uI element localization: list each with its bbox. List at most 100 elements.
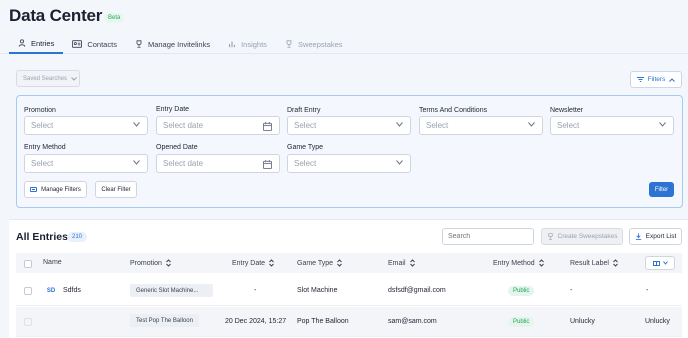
- promotion-select[interactable]: Select: [24, 116, 148, 135]
- manage-filters-label: Manage Filters: [41, 186, 81, 193]
- create-sweepstakes-button[interactable]: Create Sweepstakes: [541, 228, 623, 245]
- row-checkbox[interactable]: [24, 287, 32, 295]
- tab-label: Manage Invitelinks: [147, 39, 211, 49]
- column-header-email[interactable]: Email: [388, 259, 415, 267]
- tab-bar: Entries Contacts Manage Invitelinks Insi…: [9, 34, 352, 54]
- column-label: Entry Date: [232, 259, 266, 267]
- apply-filter-label: Filter: [654, 186, 669, 193]
- export-list-label: Export List: [645, 233, 677, 240]
- cell-game-type: Pop The Balloon: [297, 318, 349, 325]
- clear-filter-button[interactable]: Clear Filter: [95, 181, 137, 198]
- cell-entry-date: -: [254, 287, 257, 294]
- sort-icon: [409, 259, 415, 267]
- cell-extra: Unlucky: [645, 318, 670, 325]
- cell-game-type: Slot Machine: [297, 287, 338, 294]
- promotion-filter-label: Promotion: [24, 107, 56, 114]
- column-label: Promotion: [130, 259, 162, 267]
- saved-searches-dropdown[interactable]: Saved Searches: [16, 70, 80, 87]
- filters-label: Filters: [647, 76, 666, 83]
- tab-label: Contacts: [87, 39, 117, 49]
- tab-entries[interactable]: Entries: [9, 34, 64, 54]
- column-label: Email: [388, 259, 406, 267]
- sort-icon: [269, 259, 274, 267]
- entry-date-filter-label: Entry Date: [156, 106, 190, 113]
- terms-filter-label: Terms And Conditions: [419, 107, 488, 114]
- select-all-checkbox[interactable]: [24, 260, 32, 268]
- cell-promotion: Generic Slot Machine...: [130, 284, 213, 297]
- entries-count-badge: 210: [67, 232, 88, 242]
- select-placeholder: Select: [294, 121, 317, 130]
- entry-method-badge: Public: [508, 317, 535, 327]
- clear-filter-label: Clear Filter: [101, 186, 131, 193]
- calendar-icon: [263, 122, 272, 131]
- entry-method-filter-label: Entry Method: [24, 144, 66, 151]
- entries-search-input[interactable]: [442, 228, 534, 245]
- cell-result-label: Unlucky: [570, 318, 595, 325]
- chevron-down-icon: [396, 122, 403, 127]
- avatar: [45, 316, 57, 328]
- column-header-result-label[interactable]: Result Label: [570, 259, 618, 267]
- terms-select[interactable]: Select: [419, 116, 543, 135]
- tab-insights[interactable]: Insights: [219, 34, 276, 54]
- newsletter-select[interactable]: Select: [550, 116, 674, 135]
- chevron-down-icon: [71, 76, 77, 81]
- page-header: Data Center Beta Entries Contacts Manage…: [0, 0, 688, 54]
- filters-toggle-button[interactable]: Filters: [630, 71, 682, 88]
- chevron-down-icon: [133, 160, 140, 165]
- apply-filter-button[interactable]: Filter: [649, 182, 674, 197]
- entry-method-select[interactable]: Select: [24, 154, 148, 173]
- tab-sweepstakes[interactable]: Sweepstakes: [276, 34, 352, 54]
- column-label: Result Label: [570, 259, 609, 267]
- column-settings-button[interactable]: [645, 256, 675, 270]
- column-label: Game Type: [297, 259, 334, 267]
- chevron-down-icon: [133, 122, 140, 127]
- create-sweepstakes-label: Create Sweepstakes: [557, 233, 618, 240]
- tab-manage-invitelinks[interactable]: Manage Invitelinks: [126, 34, 219, 54]
- entry-date-picker[interactable]: Select date: [156, 116, 280, 135]
- row-checkbox[interactable]: [24, 318, 32, 326]
- filter-sliders-icon: [30, 187, 38, 192]
- export-list-button[interactable]: Export List: [629, 228, 682, 245]
- game-type-filter-label: Game Type: [287, 144, 324, 151]
- game-type-select[interactable]: Select: [287, 154, 411, 173]
- cell-extra: -: [646, 287, 649, 294]
- date-placeholder: Select date: [163, 159, 204, 168]
- sort-icon: [166, 259, 171, 267]
- opened-date-picker[interactable]: Select date: [156, 154, 280, 173]
- chevron-up-icon: [669, 77, 676, 82]
- entries-title: All Entries: [16, 231, 68, 243]
- saved-searches-label: Saved Searches: [23, 75, 68, 82]
- date-placeholder: Select date: [163, 121, 204, 130]
- chevron-down-icon: [659, 122, 666, 127]
- sort-icon: [613, 259, 618, 267]
- column-label: Name: [43, 259, 62, 266]
- trophy-icon: [286, 40, 292, 48]
- table-row[interactable]: [16, 276, 682, 306]
- user-icon: [18, 39, 26, 47]
- cell-promotion: Test Pop The Balloon: [130, 314, 199, 327]
- entry-method-badge: Public: [508, 286, 535, 296]
- select-placeholder: Select: [557, 121, 580, 130]
- cell-name: Sdfds: [63, 287, 81, 294]
- chevron-down-icon: [528, 122, 535, 127]
- trophy-icon: [547, 233, 553, 240]
- column-header-promotion[interactable]: Promotion: [130, 259, 171, 267]
- column-header-entry-date[interactable]: Entry Date: [232, 259, 274, 267]
- draft-entry-filter-label: Draft Entry: [287, 107, 321, 114]
- chevron-down-icon: [662, 261, 668, 265]
- column-header-name[interactable]: Name: [43, 259, 62, 266]
- draft-entry-select[interactable]: Select: [287, 116, 411, 135]
- tab-contacts[interactable]: Contacts: [63, 34, 126, 54]
- page-title: Data Center: [9, 6, 103, 25]
- beta-badge: Beta: [104, 13, 125, 23]
- cell-result-label: -: [570, 287, 573, 294]
- select-placeholder: Select: [294, 159, 317, 168]
- select-placeholder: Select: [31, 159, 54, 168]
- newsletter-filter-label: Newsletter: [550, 107, 584, 114]
- chevron-down-icon: [396, 160, 403, 165]
- column-header-game-type[interactable]: Game Type: [297, 259, 342, 267]
- sort-icon: [337, 259, 342, 267]
- filter-lines-icon: [636, 77, 644, 82]
- column-header-entry-method[interactable]: Entry Method: [493, 259, 544, 267]
- manage-filters-button[interactable]: Manage Filters: [24, 181, 87, 198]
